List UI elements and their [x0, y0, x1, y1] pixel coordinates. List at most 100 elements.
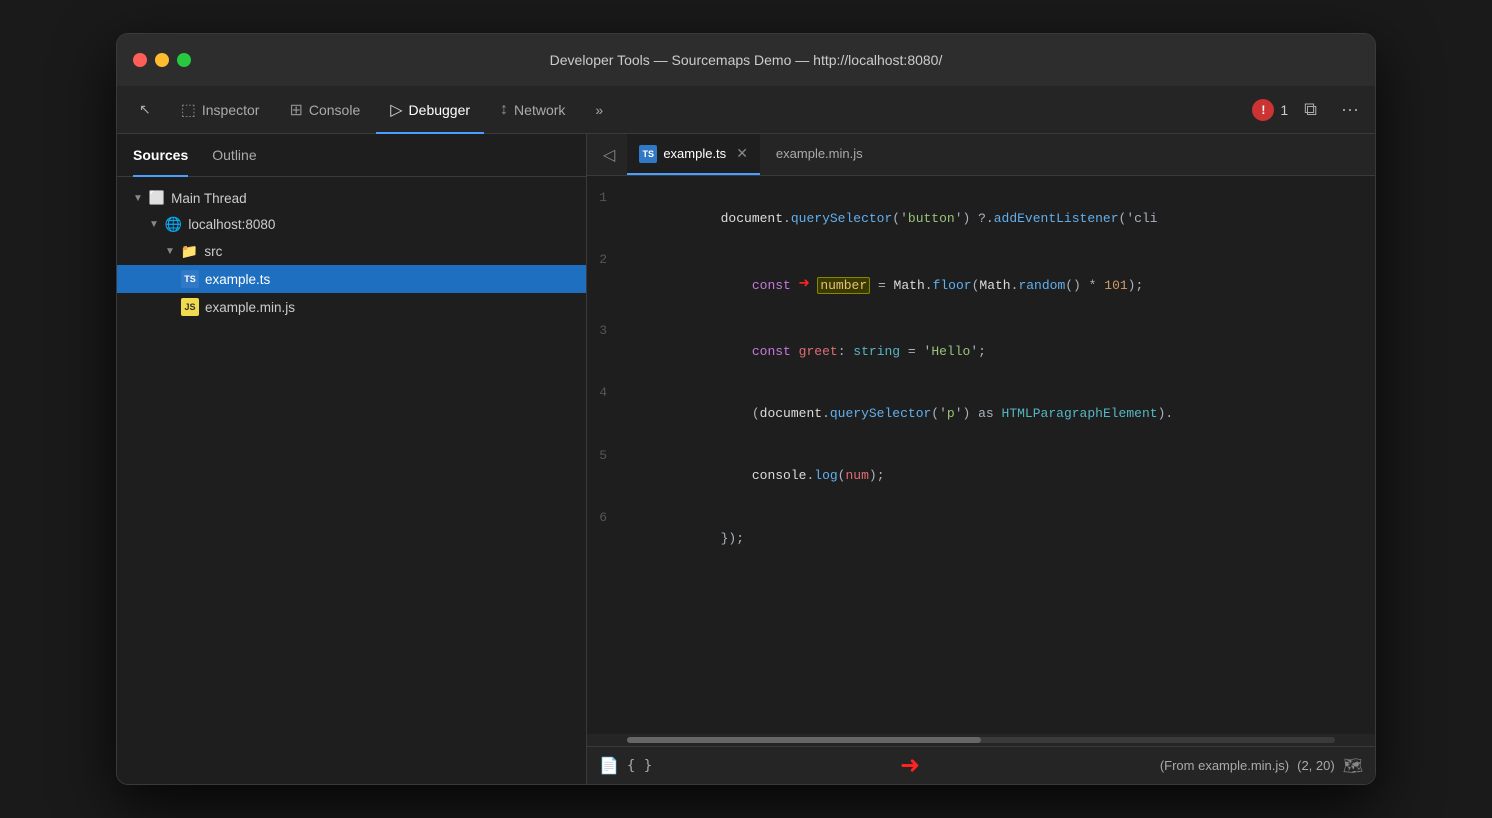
example-ts-label: example.ts — [205, 272, 270, 287]
responsive-design-button[interactable]: ⧉ — [1296, 95, 1325, 124]
status-bar: 📄 { } ➜ (From example.min.js) (2, 20) 🗺 — [587, 746, 1375, 784]
editor-tab-example-min-js[interactable]: example.min.js — [764, 134, 875, 175]
inspector-icon: ⬚ — [181, 100, 196, 120]
inspector-label: Inspector — [202, 102, 260, 118]
main-thread-label: Main Thread — [171, 191, 247, 206]
code-token: ') ?. — [955, 211, 994, 226]
tab-inspector[interactable]: ⬚ Inspector — [167, 87, 274, 134]
outline-label: Outline — [212, 147, 256, 163]
globe-icon: 🌐 — [165, 216, 182, 233]
collapse-sidebar-button[interactable]: ◁ — [595, 141, 623, 169]
code-line-4: 4 (document.querySelector('p') as HTMLPa… — [587, 383, 1375, 445]
sources-label: Sources — [133, 147, 188, 163]
editor-tabs: ◁ TS example.ts ✕ example.min.js — [587, 134, 1375, 176]
tree-item-src[interactable]: ▼ 📁 src — [117, 238, 586, 265]
error-indicator[interactable]: ! 1 — [1252, 99, 1288, 121]
folder-icon-2: 📁 — [181, 243, 198, 260]
code-line-2: 2 const ➜ number = Math.floor(Math.rando… — [587, 250, 1375, 320]
tree-item-main-thread[interactable]: ▼ ⬜ Main Thread — [117, 185, 586, 211]
line-num-1: 1 — [587, 188, 627, 209]
editor-tab-js-label: example.min.js — [776, 146, 863, 161]
source-map-label: (From example.min.js) — [1160, 758, 1289, 773]
tree-item-localhost[interactable]: ▼ 🌐 localhost:8080 — [117, 211, 586, 238]
code-token: = — [870, 278, 893, 293]
code-token: num — [845, 468, 868, 483]
editor-ts-icon: TS — [639, 145, 657, 163]
console-label: Console — [309, 102, 360, 118]
tab-console[interactable]: ⊞ Console — [275, 87, 374, 134]
code-token: : — [838, 344, 854, 359]
title-bar: Developer Tools — Sourcemaps Demo — http… — [117, 34, 1375, 86]
scrollbar-track — [627, 737, 1335, 743]
src-label: src — [204, 244, 222, 259]
devtools-window: Developer Tools — Sourcemaps Demo — http… — [116, 33, 1376, 785]
code-token: ( — [721, 406, 760, 421]
line-num-4: 4 — [587, 383, 627, 404]
tab-more[interactable]: » — [581, 87, 617, 134]
code-token: greet — [799, 344, 838, 359]
tree-item-example-ts[interactable]: TS example.ts — [117, 265, 586, 293]
code-token: p — [947, 406, 955, 421]
horizontal-scrollbar[interactable] — [587, 734, 1375, 746]
code-line-3: 3 const greet: string = 'Hello'; — [587, 321, 1375, 383]
code-token: (' — [892, 211, 908, 226]
code-token — [721, 344, 752, 359]
status-arrow-container: ➜ — [668, 751, 1152, 780]
code-token: = ' — [900, 344, 931, 359]
options-button[interactable]: ··· — [1333, 95, 1367, 124]
code-token: () * — [1065, 278, 1104, 293]
code-token: . — [925, 278, 933, 293]
close-tab-button[interactable]: ✕ — [736, 145, 748, 162]
code-token: random — [1018, 278, 1065, 293]
editor-tab-example-ts[interactable]: TS example.ts ✕ — [627, 134, 760, 175]
tab-bar: ↖ ⬚ Inspector ⊞ Console ▷ Debugger ↕ Net… — [117, 86, 1375, 134]
pretty-print-button[interactable]: 📄 — [599, 756, 619, 776]
status-red-arrow-icon: ➜ — [900, 751, 920, 780]
network-icon: ↕ — [500, 101, 508, 119]
source-map-button[interactable]: 🗺 — [1343, 756, 1363, 776]
sidebar-tree: ▼ ⬜ Main Thread ▼ 🌐 localhost:8080 ▼ — [117, 177, 586, 784]
debugger-label: Debugger — [409, 102, 471, 118]
minimize-button[interactable] — [155, 53, 169, 67]
sidebar-tab-outline[interactable]: Outline — [212, 135, 256, 177]
code-editor[interactable]: 1 document.querySelector('button') ?.add… — [587, 176, 1375, 734]
maximize-button[interactable] — [177, 53, 191, 67]
error-icon: ! — [1261, 103, 1265, 117]
tab-network[interactable]: ↕ Network — [486, 87, 579, 134]
tab-bar-right: ! 1 ⧉ ··· — [1252, 86, 1367, 133]
localhost-indent: ▼ 🌐 localhost:8080 — [133, 216, 275, 233]
close-button[interactable] — [133, 53, 147, 67]
typescript-icon: TS — [181, 270, 199, 288]
main-content: Sources Outline ▼ ⬜ Main Thread ▼ 🌐 — [117, 134, 1375, 784]
debugger-icon: ▷ — [390, 100, 402, 120]
code-token: Math — [894, 278, 925, 293]
code-token: HTMLParagraphElement — [1002, 406, 1158, 421]
code-token: Hello — [931, 344, 970, 359]
editor-area: ◁ TS example.ts ✕ example.min.js 1 docum… — [587, 134, 1375, 784]
tab-pointer[interactable]: ↖ — [125, 87, 165, 134]
code-token — [721, 278, 752, 293]
chevron-icon-3: ▼ — [165, 246, 175, 257]
line-num-6: 6 — [587, 508, 627, 529]
example-min-js-indent: JS example.min.js — [133, 298, 295, 316]
code-token — [791, 278, 799, 293]
format-button[interactable]: { } — [627, 758, 652, 774]
code-token: '; — [970, 344, 986, 359]
line-content-4: (document.querySelector('p') as HTMLPara… — [627, 383, 1375, 445]
code-token: ('cli — [1119, 211, 1158, 226]
tree-item-example-min-js[interactable]: JS example.min.js — [117, 293, 586, 321]
code-token: const — [752, 278, 791, 293]
code-token: button — [908, 211, 955, 226]
code-token: console — [752, 468, 807, 483]
code-token: ') as — [955, 406, 1002, 421]
code-token: . — [783, 211, 791, 226]
error-count: 1 — [1280, 102, 1288, 118]
code-token: (' — [931, 406, 947, 421]
tab-debugger[interactable]: ▷ Debugger — [376, 87, 484, 134]
line-content-1: document.querySelector('button') ?.addEv… — [627, 188, 1375, 250]
scrollbar-thumb[interactable] — [627, 737, 981, 743]
line-num-2: 2 — [587, 250, 627, 271]
pointer-icon: ↖ — [139, 101, 151, 118]
editor-tab-ts-label: example.ts — [663, 146, 726, 161]
sidebar-tab-sources[interactable]: Sources — [133, 135, 188, 177]
